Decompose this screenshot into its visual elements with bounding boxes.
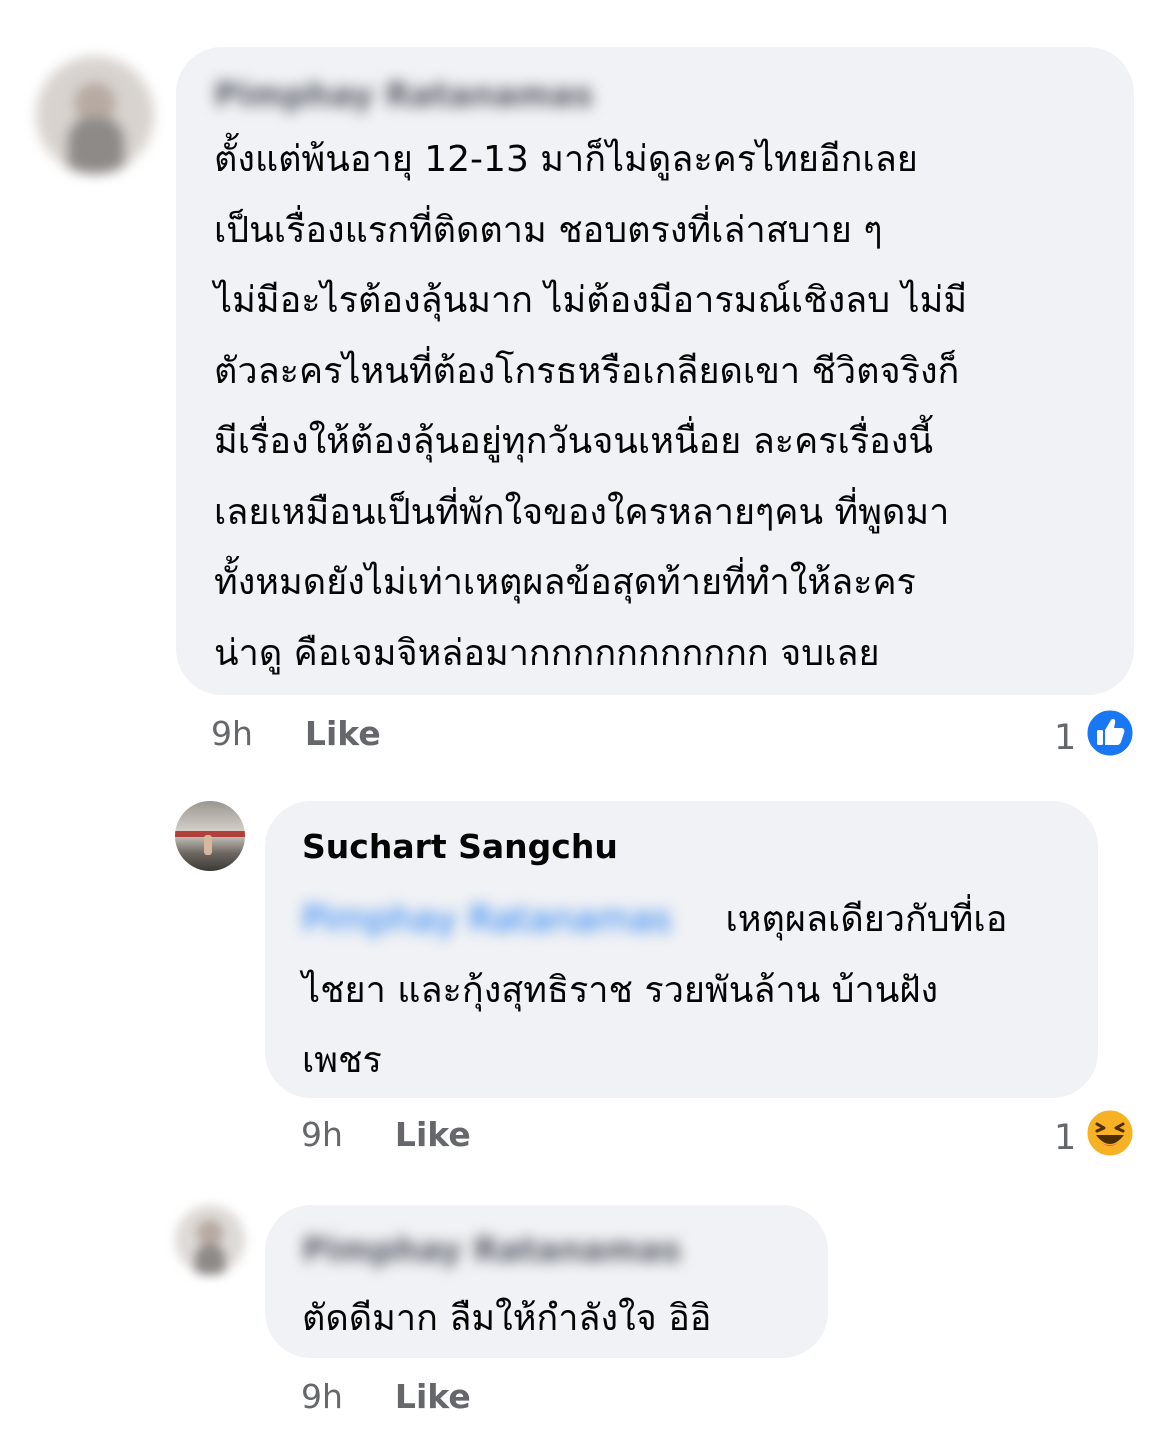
comment-meta: 9h Like (301, 1377, 471, 1416)
commenter-avatar[interactable] (36, 56, 154, 174)
commenter-avatar[interactable] (175, 801, 245, 871)
haha-reaction-icon (1084, 1107, 1136, 1168)
comment-text-line: Pimphay Ratanamas เหตุผลเดียวกับที่เอ (302, 885, 1098, 956)
commenter-avatar[interactable] (175, 1205, 245, 1275)
comment-time[interactable]: 9h (211, 714, 253, 753)
comment-text-line: เพชร (302, 1040, 382, 1081)
comment-bubble: Pimphay Ratanamas ตั้งแต่พ้นอายุ 12-13 ม… (176, 47, 1134, 695)
comment-text-line: ทั้งหมดยังไม่เท่าเหตุผลข้อสุดท้ายที่ทำให… (214, 562, 916, 603)
comment-author-name[interactable]: Suchart Sangchu (302, 827, 1098, 867)
comment-bubble: Suchart Sangchu Pimphay Ratanamas เหตุผล… (265, 801, 1098, 1098)
comment-text-line: มีเรื่องให้ต้องลุ้นอยู่ทุกวันจนเหนื่อย ล… (214, 421, 933, 462)
reaction-summary[interactable]: 1 (1054, 707, 1136, 768)
like-button[interactable]: Like (395, 1377, 471, 1416)
comment-text-line: เป็นเรื่องแรกที่ติดตาม ชอบตรงที่เล่าสบาย… (214, 209, 883, 251)
comment-time[interactable]: 9h (301, 1115, 343, 1154)
comment-text-line: ตัวละครไหนที่ต้องโกรธหรือเกลียดเขา ชีวิต… (214, 350, 960, 392)
comment-author-name[interactable]: Pimphay Ratanamas (302, 1230, 828, 1270)
mention-link[interactable]: Pimphay Ratanamas (302, 885, 702, 956)
comment-text-line: ไชยา และกุ้งสุทธิราช รวยพันล้าน บ้านฝัง (302, 969, 939, 1011)
comment-text-line: น่าดู คือเจมจิหล่อมากกกกกกกกกกก จบเลย (214, 632, 880, 674)
comment-text-line: ตั้งแต่พ้นอายุ 12-13 มาก็ไม่ดูละครไทยอีก… (214, 139, 918, 180)
comment-text-line: เลยเหมือนเป็นที่พักใจของใครหลายๆคน ที่พู… (214, 491, 950, 533)
comment-author-name[interactable]: Pimphay Ratanamas (214, 75, 1134, 115)
like-button[interactable]: Like (395, 1115, 471, 1154)
author-name-text[interactable]: Pimphay Ratanamas (302, 1230, 681, 1269)
comment-text: เหตุผลเดียวกับที่เอ (725, 899, 1008, 940)
comment-text-line: ตัดดีมาก ลืมให้กำลังใจ อิอิ (302, 1298, 712, 1339)
reaction-summary[interactable]: 1 (1054, 1107, 1136, 1168)
like-reaction-icon (1084, 707, 1136, 768)
comment-time[interactable]: 9h (301, 1377, 343, 1416)
comment-meta: 9h Like (301, 1115, 471, 1154)
author-name-text[interactable]: Pimphay Ratanamas (214, 75, 593, 114)
like-button[interactable]: Like (305, 714, 381, 753)
comment-text-line: ไม่มีอะไรต้องลุ้นมาก ไม่ต้องมีอารมณ์เชิง… (214, 280, 968, 321)
comment-bubble: Pimphay Ratanamas ตัดดีมาก ลืมให้กำลังใจ… (265, 1205, 828, 1358)
reaction-count: 1 (1054, 717, 1077, 758)
reaction-count: 1 (1054, 1117, 1077, 1158)
comment-meta: 9h Like (211, 714, 381, 753)
